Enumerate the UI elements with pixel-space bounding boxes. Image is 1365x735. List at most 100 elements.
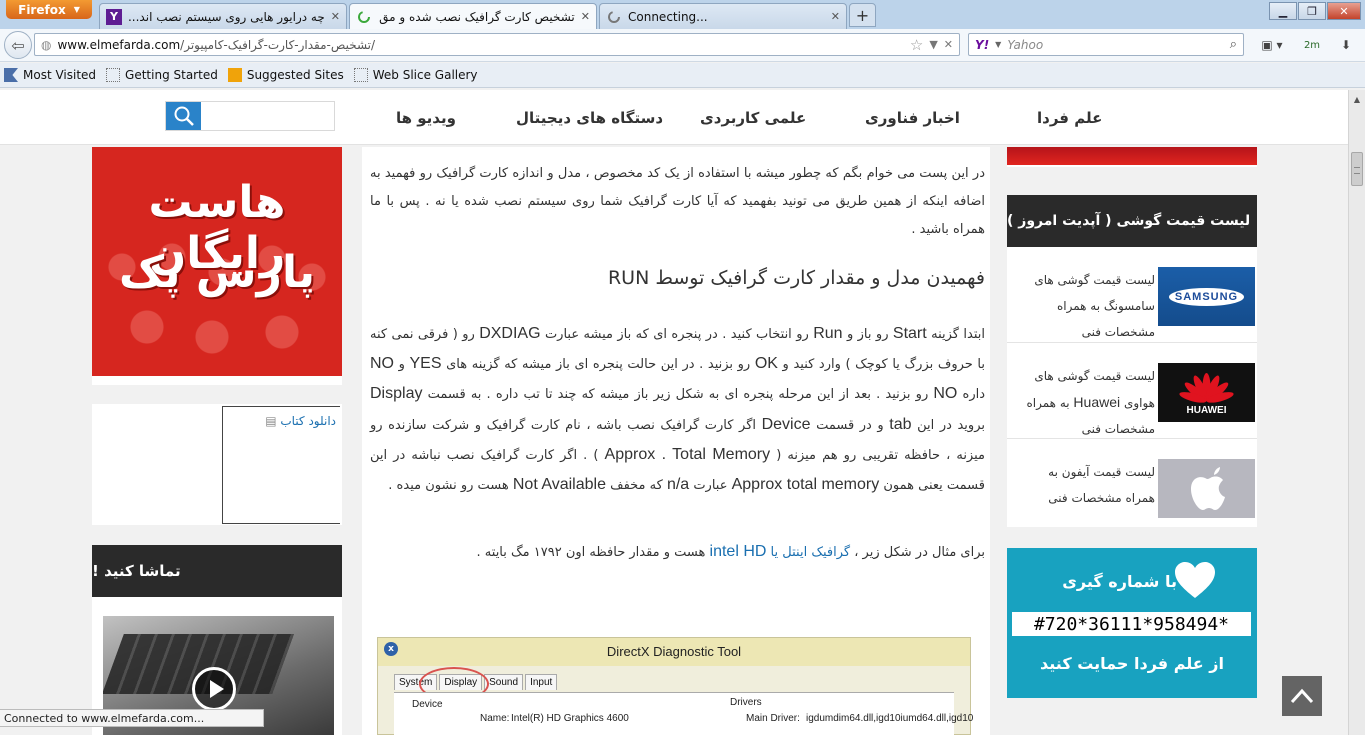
list-item[interactable]: لیست قیمت گوشی های سامسونگ به همراه مشخص… (1007, 247, 1257, 343)
link-text: intel HD (709, 543, 767, 560)
back-to-top-button[interactable] (1282, 676, 1322, 716)
donate-code: #720*36111*958494* (1012, 612, 1251, 636)
text: OK (754, 355, 778, 373)
text: رو انتخاب کنید . در پنجره ای که باز میشه… (540, 327, 814, 342)
chevron-up-icon (1290, 688, 1314, 704)
text: و (394, 357, 410, 373)
back-arrow-icon: ⇦ (11, 35, 25, 55)
text: Approx total memory (731, 476, 880, 494)
host-ad-banner[interactable]: هاست رایگان پارس پک (92, 147, 342, 376)
intel-graphics-link[interactable]: گرافیک اینتل یا intel HD (709, 543, 851, 560)
firefox-menu-button[interactable]: Firefox ▼ (6, 0, 92, 19)
scroll-up-icon[interactable]: ▲ (1349, 92, 1365, 106)
text: و در قسمت (810, 417, 890, 433)
tab-title: چه درایور هایی روی سیستم نصب اند... (128, 9, 325, 24)
site-search-input[interactable] (165, 101, 335, 131)
nav-elmefarda[interactable]: علم فردا (1037, 109, 1102, 127)
bing-icon (227, 68, 242, 82)
red-banner[interactable] (1007, 147, 1257, 165)
bookmarks-toolbar: Most Visited Getting Started Suggested S… (0, 63, 1365, 88)
close-tab-icon[interactable]: ✕ (831, 10, 840, 23)
watch-section-header: تماشا کنید ! (92, 545, 342, 597)
new-tab-button[interactable]: + (849, 3, 876, 27)
text: Approx . Total Memory (604, 445, 771, 463)
maximize-button[interactable]: ❐ (1298, 2, 1326, 20)
bookmark-most-visited[interactable]: Most Visited (4, 68, 96, 82)
tab-driver-list[interactable]: Y چه درایور هایی روی سیستم نصب اند... ✕ (99, 3, 347, 29)
text: برای مثال در شکل زیر ، (850, 545, 985, 560)
bookmark-suggested-sites[interactable]: Suggested Sites (227, 68, 344, 82)
nav-digital-devices[interactable]: دستگاه های دیجیتال (516, 109, 663, 127)
address-bar[interactable]: ◍ www.elmefarda.com/تشخیص-مقدار-کارت-گرا… (34, 33, 960, 56)
yahoo-engine-icon[interactable]: Y! (975, 38, 989, 52)
text: Huawei (1073, 394, 1121, 410)
nav-tech-news[interactable]: اخبار فناوری (865, 109, 960, 127)
url-text: www.elmefarda.com/تشخیص-مقدار-کارت-گرافی… (57, 38, 903, 52)
bookmark-star-icon[interactable]: ☆ (910, 36, 923, 54)
item-title[interactable]: لیست قیمت گوشی های سامسونگ به همراه مشخص… (1015, 267, 1155, 345)
list-item[interactable]: لیست قیمت آیفون به همراه مشخصات فنی (1007, 439, 1257, 535)
intro-paragraph: در این پست می خوام بگم که چطور میشه با ا… (370, 166, 985, 237)
site-search-button[interactable] (166, 102, 201, 130)
text: که مخفف (605, 478, 667, 494)
history-dropdown-icon[interactable]: ▼ (929, 38, 937, 51)
loading-icon (356, 9, 372, 25)
text: رو باز و (842, 327, 893, 342)
device-label: Device (412, 699, 443, 710)
status-bar: Connected to www.elmefarda.com... (0, 709, 264, 727)
dxdiag-panel: Device Drivers Name: Intel(R) HD Graphic… (394, 692, 973, 735)
search-icon[interactable]: ⌕ (1230, 37, 1237, 52)
bookmark-getting-started[interactable]: Getting Started (106, 68, 218, 82)
book-download-link[interactable]: دانلود کتاب ▤ (265, 414, 336, 428)
name-label: Name: (480, 713, 510, 724)
minimize-icon: ▁ (1278, 4, 1288, 18)
apple-logo-icon[interactable] (1158, 459, 1255, 518)
text: داره (957, 387, 986, 403)
download-icon: ⬇ (1340, 38, 1352, 52)
list-item[interactable]: لیست قیمت گوشی های هواوی Huawei به همراه… (1007, 343, 1257, 439)
close-tab-icon[interactable]: ✕ (581, 10, 590, 23)
huawei-logo[interactable]: HUAWEI (1158, 363, 1255, 422)
main-driver-label: Main Driver: (746, 713, 800, 724)
nav-applied-science[interactable]: علمی کاربردی (700, 109, 806, 127)
text: Device (761, 415, 811, 433)
book-download-widget: دانلود کتاب ▤ (92, 404, 342, 525)
text: Start (892, 325, 927, 342)
bookmark-web-slice-gallery[interactable]: Web Slice Gallery (353, 68, 478, 82)
text: Display (370, 385, 423, 403)
dxdiag-title: DirectX Diagnostic Tool (606, 644, 742, 659)
minimize-button[interactable]: ▁ (1269, 2, 1297, 20)
tab-graphics-card[interactable]: تشخیص کارت گرافیک نصب شده و مق... ✕ (349, 3, 597, 29)
play-icon[interactable] (192, 667, 236, 711)
close-tab-icon[interactable]: ✕ (331, 10, 340, 23)
addon-button[interactable]: 2m (1298, 34, 1326, 56)
huawei-flower-icon (1179, 373, 1234, 403)
watch-title: تماشا کنید ! (92, 562, 181, 580)
divider (92, 376, 342, 385)
scrollbar-thumb[interactable] (1351, 152, 1363, 186)
page-scrollbar[interactable]: ▲ (1348, 90, 1365, 735)
bookmarks-icon: ▣ ▾ (1261, 38, 1283, 52)
donate-widget: با شماره گیری #720*36111*958494* از علم … (1007, 548, 1257, 698)
drivers-label: Drivers (730, 697, 762, 708)
dxdiag-tab-sound: Sound (484, 674, 524, 690)
nav-videos[interactable]: ویدیو ها (396, 109, 456, 127)
tab-connecting[interactable]: Connecting... ✕ (599, 3, 847, 29)
url-domain: www.elmefarda.com (57, 37, 181, 52)
price-list: لیست قیمت گوشی های سامسونگ به همراه مشخص… (1007, 247, 1257, 527)
text: tab (889, 415, 912, 433)
item-title[interactable]: لیست قیمت آیفون به همراه مشخصات فنی (1015, 459, 1155, 511)
example-paragraph: برای مثال در شکل زیر ، گرافیک اینتل یا i… (370, 539, 985, 566)
stop-icon[interactable]: ✕ (944, 38, 953, 51)
engine-dropdown-icon[interactable]: ▼ (995, 40, 1001, 49)
download-button[interactable]: ⬇ (1334, 34, 1358, 56)
search-bar[interactable]: Y! ▼ Yahoo ⌕ (968, 33, 1244, 56)
text: هست رو نشون میده . (388, 478, 513, 494)
samsung-logo[interactable]: SAMSUNG (1158, 267, 1255, 326)
item-title[interactable]: لیست قیمت گوشی های هواوی Huawei به همراه… (1015, 363, 1156, 442)
bookmark-folder-icon (4, 68, 18, 82)
text: هست و مقدار حافظه اون ۱۷۹۲ مگ بایته . (476, 545, 710, 560)
bookmarks-menu-button[interactable]: ▣ ▾ (1254, 34, 1290, 56)
window-close-button[interactable]: ✕ (1327, 2, 1361, 20)
back-button[interactable]: ⇦ (4, 31, 32, 59)
